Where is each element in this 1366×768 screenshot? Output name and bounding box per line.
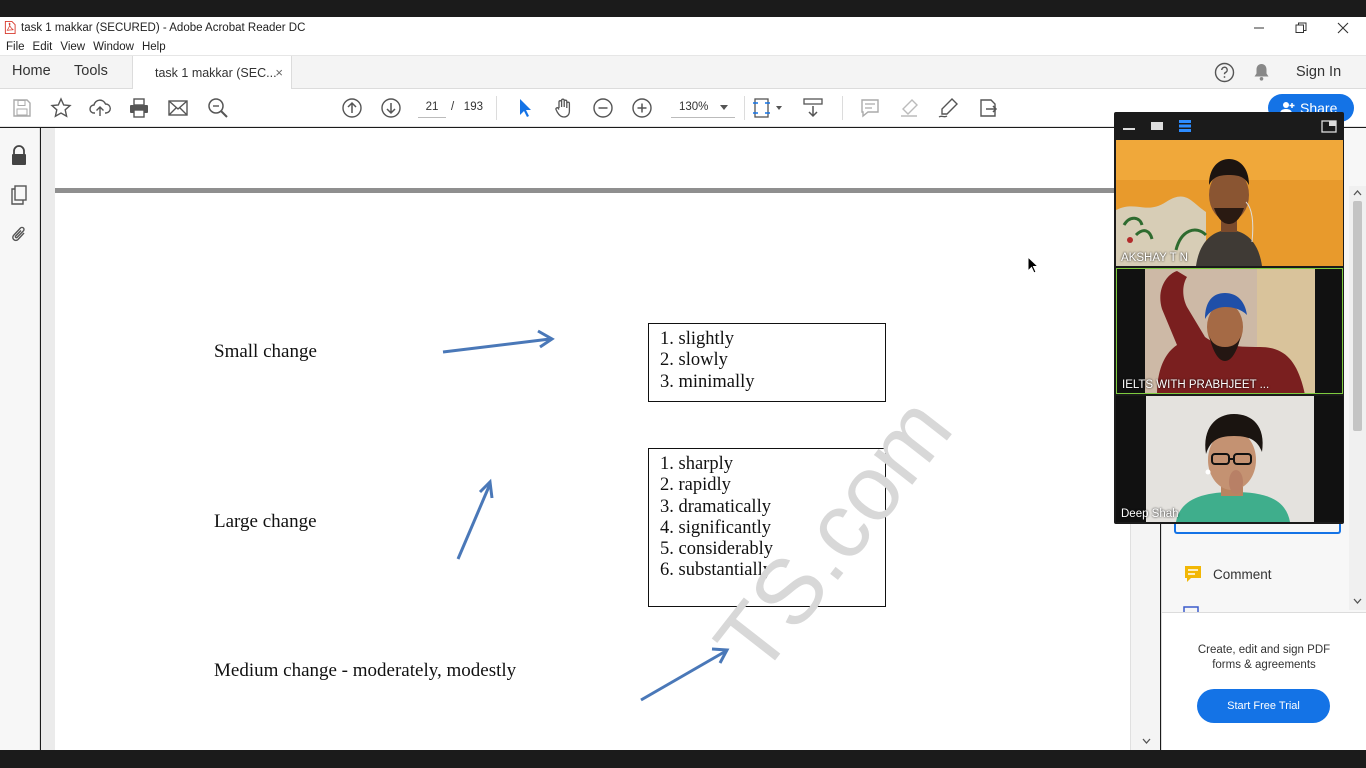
participant-video-feed <box>1116 396 1343 522</box>
menu-edit[interactable]: Edit <box>33 41 53 53</box>
small-change-word-box: 1. slightly 2. slowly 3. minimally <box>648 323 886 402</box>
participant-name: IELTS WITH PRABHJEET ... <box>1122 379 1270 391</box>
zoom-out-icon[interactable] <box>592 97 614 119</box>
participant-video-feed <box>1117 269 1342 393</box>
page-number-input[interactable]: 21 <box>418 96 446 118</box>
medium-change-label: Medium change - moderately, modestly <box>214 660 517 681</box>
acrobat-pdf-icon <box>4 21 16 34</box>
gallery-view-icon[interactable] <box>1178 119 1192 133</box>
scroll-down-icon[interactable] <box>1142 738 1151 745</box>
menu-file[interactable]: File <box>6 41 25 53</box>
toolbar-divider <box>842 96 843 120</box>
list-item: 3. minimally <box>660 371 755 392</box>
exit-fullscreen-icon[interactable] <box>1321 119 1337 133</box>
scroll-thumb[interactable] <box>1353 201 1362 431</box>
tab-bar: Home Tools task 1 makkar (SEC... × Sign … <box>0 56 1366 90</box>
page-total-count: 193 <box>463 101 483 113</box>
tab-document[interactable]: task 1 makkar (SEC... × <box>132 56 292 90</box>
sign-icon[interactable] <box>937 97 959 119</box>
comment-icon[interactable] <box>859 97 881 119</box>
promo-panel: Create, edit and sign PDF forms & agreem… <box>1162 612 1366 750</box>
restore-button[interactable] <box>1280 17 1322 38</box>
scroll-mode-icon[interactable] <box>802 97 824 119</box>
minimize-button[interactable] <box>1238 17 1280 38</box>
upload-icon[interactable] <box>89 97 111 119</box>
tab-home[interactable]: Home <box>12 63 51 79</box>
video-tile-participant[interactable]: AKSHAY T N <box>1116 140 1343 266</box>
start-free-trial-button[interactable]: Start Free Trial <box>1197 689 1330 723</box>
right-panel-scrollbar[interactable] <box>1349 186 1366 610</box>
lock-icon[interactable] <box>9 144 29 166</box>
tab-close-icon[interactable]: × <box>275 65 283 80</box>
minimize-video-icon[interactable] <box>1122 123 1136 131</box>
search-zoom-icon[interactable] <box>207 97 229 119</box>
video-call-overlay[interactable]: AKSHAY T N IELTS WITH PRABHJEET ... Deep… <box>1114 112 1344 524</box>
scroll-up-icon[interactable] <box>1353 189 1362 196</box>
pages-icon[interactable] <box>9 184 29 206</box>
small-change-arrow-icon <box>442 329 555 354</box>
video-tile-active-speaker[interactable]: IELTS WITH PRABHJEET ... <box>1116 268 1343 394</box>
left-navigation-rail <box>0 128 40 750</box>
help-icon[interactable] <box>1214 62 1235 83</box>
list-item: 2. slowly <box>660 350 728 371</box>
next-page-icon[interactable] <box>380 97 402 119</box>
zoom-level-select[interactable]: 130% <box>671 96 735 118</box>
participant-name: AKSHAY T N <box>1121 252 1188 264</box>
toolbar-divider <box>744 96 745 120</box>
comment-tool-label: Comment <box>1213 566 1272 582</box>
scroll-down-icon[interactable] <box>1353 598 1362 605</box>
large-change-arrow-icon <box>456 478 494 560</box>
promo-text: Create, edit and sign PDF forms & agreem… <box>1197 644 1331 671</box>
list-item: 1. slightly <box>660 329 735 349</box>
tool-comment[interactable]: Comment <box>1183 564 1272 584</box>
sign-in-link[interactable]: Sign In <box>1296 64 1341 80</box>
participant-video-feed <box>1116 140 1343 266</box>
close-icon <box>1337 22 1349 33</box>
fit-page-icon[interactable] <box>752 97 784 119</box>
page-header-rule <box>55 188 1130 193</box>
menu-view[interactable]: View <box>60 41 85 53</box>
attachment-icon[interactable] <box>9 224 29 246</box>
screen-bottom-strip <box>0 750 1366 768</box>
large-change-label: Large change <box>214 511 317 532</box>
pdf-page: Small change 1. slightly 2. slowly 3. mi… <box>55 128 1130 750</box>
tab-document-label: task 1 makkar (SEC... <box>155 66 277 80</box>
document-view[interactable]: Small change 1. slightly 2. slowly 3. mi… <box>41 128 1130 750</box>
selected-tool-outline <box>1174 524 1341 534</box>
restore-icon <box>1295 22 1307 33</box>
star-icon[interactable] <box>50 97 72 119</box>
highlight-icon[interactable] <box>898 97 920 119</box>
window-title: task 1 makkar (SECURED) - Adobe Acrobat … <box>21 21 306 34</box>
medium-change-arrow-icon <box>640 647 730 702</box>
zoom-in-icon[interactable] <box>631 97 653 119</box>
print-icon[interactable] <box>128 97 150 119</box>
mouse-pointer-icon <box>1027 256 1039 274</box>
prev-page-icon[interactable] <box>341 97 363 119</box>
minimize-icon <box>1254 27 1264 28</box>
hand-icon[interactable] <box>553 97 575 119</box>
tab-tools[interactable]: Tools <box>74 63 108 79</box>
page-separator: / <box>451 101 455 113</box>
small-change-label: Small change <box>214 341 317 362</box>
mail-icon[interactable] <box>167 97 189 119</box>
select-cursor-icon[interactable] <box>514 97 536 119</box>
video-call-controls <box>1114 112 1344 140</box>
title-bar: task 1 makkar (SECURED) - Adobe Acrobat … <box>0 17 1366 38</box>
close-button[interactable] <box>1322 17 1364 38</box>
comment-tool-icon <box>1185 566 1201 582</box>
video-tile-participant[interactable]: Deep Shah <box>1116 396 1343 522</box>
toolbar-divider <box>496 96 497 120</box>
bell-icon[interactable] <box>1252 62 1271 82</box>
share-doc-icon[interactable] <box>977 97 999 119</box>
menu-window[interactable]: Window <box>93 41 134 53</box>
menu-help[interactable]: Help <box>142 41 166 53</box>
screen-top-strip <box>0 0 1366 17</box>
save-icon[interactable] <box>11 97 33 119</box>
menu-bar: File Edit View Window Help <box>0 38 1366 56</box>
page-total: / 193 <box>451 96 483 118</box>
speaker-view-icon[interactable] <box>1150 121 1164 131</box>
participant-name: Deep Shah <box>1121 508 1179 520</box>
